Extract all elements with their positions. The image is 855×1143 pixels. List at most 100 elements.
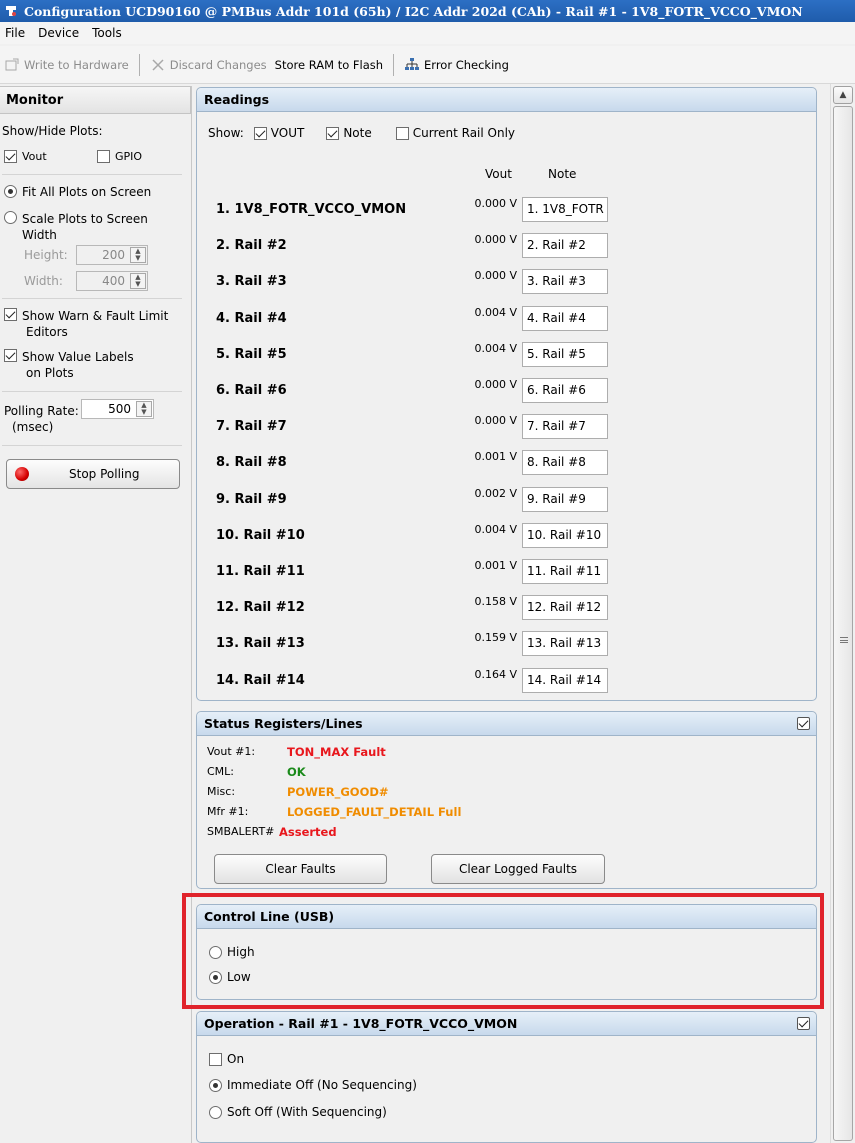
soft-off-radio[interactable] — [209, 1105, 222, 1119]
rail-vout-value: 0.159 V — [474, 631, 517, 644]
rail-vout-value: 0.000 V — [474, 233, 517, 246]
rail-name: 9. Rail #9 — [216, 492, 287, 507]
clear-faults-button[interactable]: Clear Faults — [214, 854, 387, 884]
rail-note-field[interactable]: 11. Rail #11 — [522, 559, 608, 584]
fit-all-plots-radio[interactable] — [4, 185, 17, 198]
rail-vout-value: 0.004 V — [474, 523, 517, 536]
vout-plot-label: Vout — [22, 150, 47, 163]
rail-note-field[interactable]: 14. Rail #14 — [522, 668, 608, 693]
show-value-labels-label: Show Value Labels on Plots — [22, 349, 134, 381]
rail-note-field[interactable]: 3. Rail #3 — [522, 269, 608, 294]
current-rail-only-checkbox[interactable] — [395, 126, 409, 140]
height-spinner[interactable]: 200 ▲ ▼ — [76, 245, 148, 265]
rail-row: 5. Rail #5 0.004 V 5. Rail #5 — [197, 342, 797, 368]
rail-note-field[interactable]: 7. Rail #7 — [522, 414, 608, 439]
note-column-header: Note — [548, 167, 577, 181]
status-label: Misc: — [207, 785, 236, 798]
width-spinner[interactable]: 400 ▲ ▼ — [76, 271, 148, 291]
rail-row: 14. Rail #14 0.164 V 14. Rail #14 — [197, 668, 797, 694]
scroll-thumb[interactable] — [833, 106, 853, 1141]
polling-rate-label: Polling Rate: (msec) — [4, 403, 79, 435]
soft-off-label: Soft Off (With Sequencing) — [227, 1105, 387, 1119]
title-bar: Configuration UCD90160 @ PMBus Addr 101d… — [0, 0, 855, 22]
rail-row: 13. Rail #13 0.159 V 13. Rail #13 — [197, 631, 797, 657]
scale-plots-label-line2: Width — [22, 228, 57, 242]
show-warn-fault-label-line1: Show Warn & Fault Limit — [22, 309, 169, 323]
clear-logged-faults-label: Clear Logged Faults — [458, 862, 578, 876]
operation-on-checkbox[interactable] — [209, 1052, 222, 1066]
show-warn-fault-checkbox[interactable] — [4, 308, 17, 321]
spinner-arrows-icon[interactable]: ▲ ▼ — [130, 273, 146, 289]
monitor-panel: Monitor Show/Hide Plots: Vout GPIO Fit A… — [0, 86, 192, 1143]
status-value: POWER_GOOD# — [287, 785, 389, 799]
rail-note-field[interactable]: 4. Rail #4 — [522, 306, 608, 331]
vout-plot-checkbox-row[interactable]: Vout — [4, 150, 47, 163]
status-label: Vout #1: — [207, 745, 256, 758]
stop-polling-label: Stop Polling — [69, 467, 140, 481]
readings-panel: Readings Show: VOUT Note Current Rail On… — [196, 87, 817, 701]
readings-title: Readings — [204, 92, 270, 107]
rail-vout-value: 0.004 V — [474, 306, 517, 319]
rail-row: 7. Rail #7 0.000 V 7. Rail #7 — [197, 414, 797, 440]
show-note-checkbox[interactable] — [326, 126, 340, 140]
gpio-plot-label: GPIO — [115, 150, 143, 163]
gpio-plot-checkbox-row[interactable]: GPIO — [97, 150, 142, 163]
fit-all-plots-label: Fit All Plots on Screen — [22, 185, 152, 199]
scale-plots-radio[interactable] — [4, 211, 17, 224]
show-note-label: Note — [343, 126, 372, 140]
rail-row: 6. Rail #6 0.000 V 6. Rail #6 — [197, 378, 797, 404]
rail-row: 4. Rail #4 0.004 V 4. Rail #4 — [197, 306, 797, 332]
rail-note-field[interactable]: 2. Rail #2 — [522, 233, 608, 258]
show-warn-fault-checkbox-row[interactable]: Show Warn & Fault Limit Editors — [4, 308, 168, 340]
rail-vout-value: 0.158 V — [474, 595, 517, 608]
menu-file[interactable]: File — [0, 26, 33, 40]
spinner-arrows-icon[interactable]: ▲ ▼ — [136, 401, 152, 417]
rail-name: 11. Rail #11 — [216, 564, 305, 579]
height-label: Height: — [24, 248, 68, 262]
discard-changes-button[interactable]: Discard Changes — [146, 53, 271, 77]
stop-polling-button[interactable]: Stop Polling — [6, 459, 180, 489]
operation-expand-checkbox[interactable] — [797, 1017, 810, 1030]
fit-all-plots-radio-row[interactable]: Fit All Plots on Screen — [4, 185, 151, 199]
show-vout-checkbox[interactable] — [253, 126, 267, 140]
vout-plot-checkbox[interactable] — [4, 150, 17, 163]
spinner-arrows-icon[interactable]: ▲ ▼ — [130, 247, 146, 263]
rail-vout-value: 0.000 V — [474, 269, 517, 282]
rail-note-field[interactable]: 5. Rail #5 — [522, 342, 608, 367]
immediate-off-radio-row[interactable]: Immediate Off (No Sequencing) — [209, 1078, 417, 1092]
store-ram-to-flash-button[interactable]: Store RAM to Flash — [271, 53, 387, 77]
status-expand-checkbox[interactable] — [797, 717, 810, 730]
show-value-labels-checkbox-row[interactable]: Show Value Labels on Plots — [4, 349, 134, 381]
rail-name: 12. Rail #12 — [216, 600, 305, 615]
scale-plots-radio-row[interactable]: Scale Plots to Screen Width — [4, 211, 148, 243]
rail-note-field[interactable]: 12. Rail #12 — [522, 595, 608, 620]
show-options-row: Show: VOUT Note Current Rail Only — [208, 126, 515, 140]
show-value-labels-checkbox[interactable] — [4, 349, 17, 362]
rail-note-field[interactable]: 13. Rail #13 — [522, 631, 608, 656]
polling-rate-label-line1: Polling Rate: — [4, 404, 79, 418]
gpio-plot-checkbox[interactable] — [97, 150, 110, 163]
status-row: Misc: POWER_GOOD# — [207, 785, 389, 799]
rail-note-field[interactable]: 10. Rail #10 — [522, 523, 608, 548]
polling-rate-spinner[interactable]: 500 ▲ ▼ — [81, 399, 154, 419]
status-value: LOGGED_FAULT_DETAIL Full — [287, 805, 462, 819]
soft-off-radio-row[interactable]: Soft Off (With Sequencing) — [209, 1105, 387, 1119]
write-to-hardware-button[interactable]: Write to Hardware — [0, 53, 133, 77]
status-registers-panel: Status Registers/Lines Vout #1: TON_MAX F… — [196, 711, 817, 889]
rail-note-field[interactable]: 9. Rail #9 — [522, 487, 608, 512]
vertical-scrollbar[interactable]: ▲ — [830, 84, 855, 1143]
scroll-up-arrow-icon[interactable]: ▲ — [833, 86, 853, 104]
menu-device[interactable]: Device — [33, 26, 87, 40]
show-warn-fault-label: Show Warn & Fault Limit Editors — [22, 308, 168, 340]
menu-tools[interactable]: Tools — [87, 26, 130, 40]
rail-note-field[interactable]: 8. Rail #8 — [522, 450, 608, 475]
rail-note-field[interactable]: 6. Rail #6 — [522, 378, 608, 403]
status-header: Status Registers/Lines — [197, 712, 816, 736]
clear-logged-faults-button[interactable]: Clear Logged Faults — [431, 854, 605, 884]
immediate-off-radio[interactable] — [209, 1078, 222, 1092]
menu-bar: File Device Tools — [0, 22, 855, 44]
rail-note-field[interactable]: 1. 1V8_FOTR — [522, 197, 608, 222]
error-checking-button[interactable]: Error Checking — [400, 53, 513, 77]
rail-vout-value: 0.001 V — [474, 559, 517, 572]
operation-on-checkbox-row[interactable]: On — [209, 1052, 244, 1066]
